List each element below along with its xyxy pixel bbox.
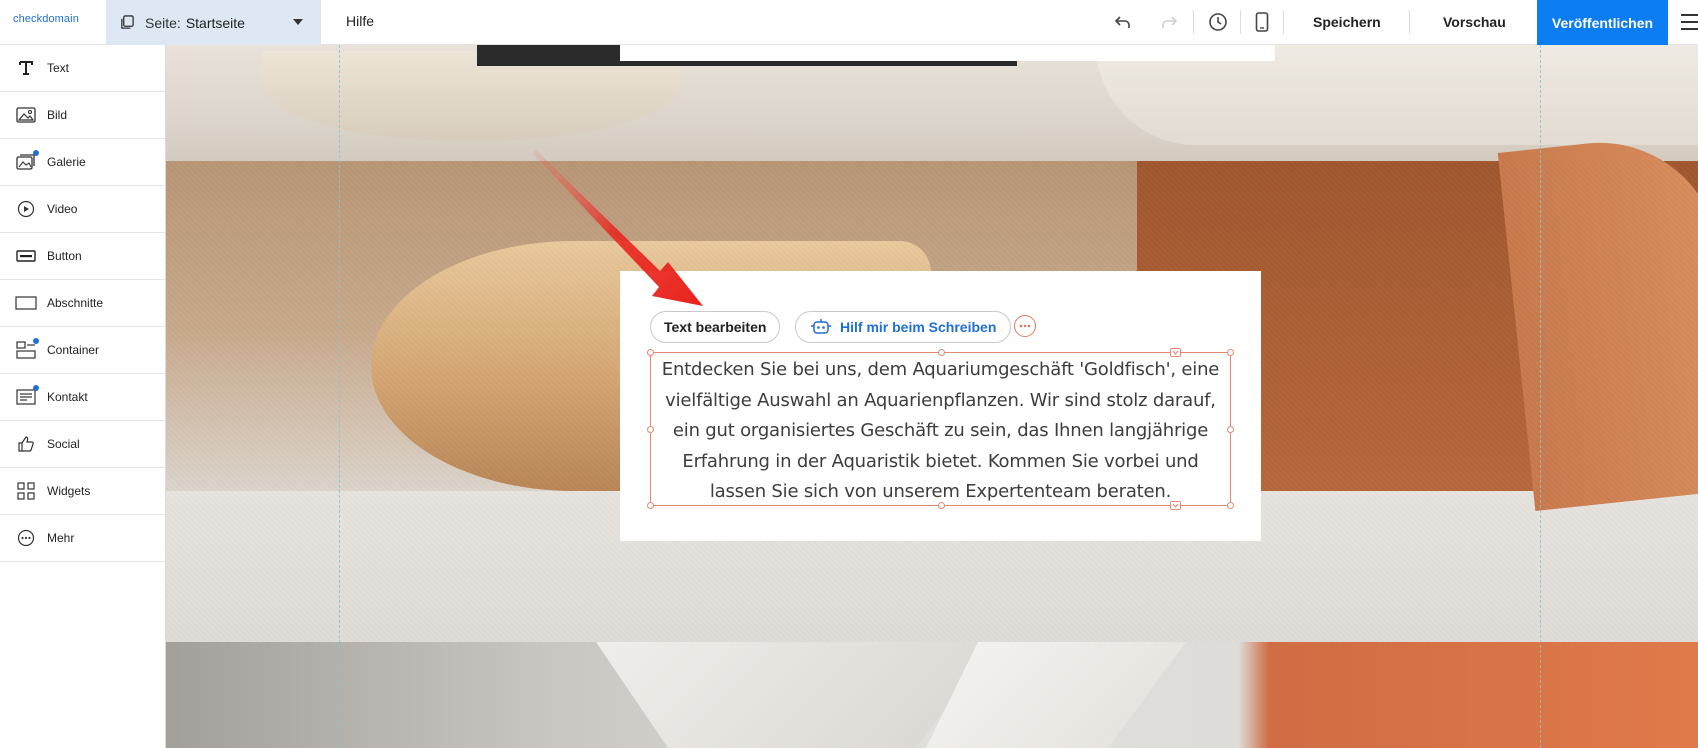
resize-handle-top-right[interactable]: [1227, 349, 1234, 356]
new-badge: [33, 385, 39, 391]
section-background-bottom: [166, 642, 1698, 748]
sidebar-item-image[interactable]: Bild: [0, 92, 165, 139]
sections-icon: [15, 293, 37, 313]
page-selector[interactable]: Seite: Startseite: [106, 0, 321, 45]
toolbar-divider: [1409, 10, 1410, 34]
sidebar-item-button[interactable]: Button: [0, 233, 165, 280]
resize-handle-right[interactable]: [1227, 426, 1234, 433]
app-logo[interactable]: checkdomain: [13, 13, 79, 25]
sidebar-item-label: Video: [47, 202, 78, 216]
sidebar-item-text[interactable]: Text: [0, 45, 165, 92]
help-link[interactable]: Hilfe: [346, 13, 374, 29]
sidebar-item-widgets[interactable]: Widgets: [0, 468, 165, 515]
sidebar-item-container[interactable]: Container: [0, 327, 165, 374]
toolbar-divider: [1283, 10, 1284, 34]
sidebar-item-label: Mehr: [47, 531, 75, 545]
sidebar-item-gallery[interactable]: Galerie: [0, 139, 165, 186]
resize-handle-bottom[interactable]: [938, 502, 945, 509]
redo-icon[interactable]: [1156, 9, 1182, 35]
resize-handle-top-left[interactable]: [647, 349, 654, 356]
robot-icon: [811, 319, 831, 334]
menu-icon[interactable]: [1681, 14, 1698, 30]
sidebar-item-label: Kontakt: [47, 390, 88, 404]
sidebar-item-social[interactable]: Social: [0, 421, 165, 468]
save-button[interactable]: Speichern: [1313, 14, 1381, 30]
edit-text-button[interactable]: Text bearbeiten: [650, 311, 781, 343]
resize-handle-bottom-right[interactable]: [1227, 502, 1234, 509]
resize-handle-bottom-left[interactable]: [647, 502, 654, 509]
spacing-handle-top-icon[interactable]: [1170, 348, 1181, 357]
ai-button-label: Hilf mir beim Schreiben: [840, 319, 997, 335]
sidebar-item-label: Abschnitte: [47, 296, 104, 310]
layout-guide-right: [1540, 45, 1541, 748]
sidebar-item-label: Text: [47, 61, 70, 75]
publish-button[interactable]: Veröffentlichen: [1537, 0, 1668, 45]
content-card[interactable]: nzen Text bearbeiten Hilf mir beim Schre…: [620, 271, 1261, 541]
new-badge: [33, 338, 39, 344]
resize-handle-top[interactable]: [938, 349, 945, 356]
more-options-icon[interactable]: [1014, 315, 1036, 337]
undo-icon[interactable]: [1110, 9, 1136, 35]
history-icon[interactable]: [1205, 9, 1231, 35]
sidebar-item-label: Galerie: [47, 155, 86, 169]
thumbs-up-icon: [15, 434, 37, 454]
widgets-icon: [15, 481, 37, 501]
sidebar-item-label: Social: [47, 437, 80, 451]
element-sidebar: Text Bild Galerie Video Button Abschnitt…: [0, 45, 166, 748]
ai-writing-assistant-button[interactable]: Hilf mir beim Schreiben: [795, 311, 1012, 343]
paragraph-text[interactable]: Entdecken Sie bei uns, dem Aquariumgesch…: [651, 353, 1230, 510]
resize-handle-left[interactable]: [647, 426, 654, 433]
sidebar-item-sections[interactable]: Abschnitte: [0, 280, 165, 327]
sidebar-item-label: Button: [47, 249, 82, 263]
sidebar-item-more[interactable]: Mehr: [0, 515, 165, 562]
preview-button[interactable]: Vorschau: [1443, 14, 1506, 30]
sidebar-item-video[interactable]: Video: [0, 186, 165, 233]
video-icon: [15, 199, 37, 219]
sidebar-item-contact[interactable]: Kontakt: [0, 374, 165, 421]
image-icon: [15, 105, 37, 125]
gallery-icon: [15, 150, 39, 172]
container-icon: [15, 338, 39, 360]
button-icon: [15, 246, 37, 266]
chevron-down-icon: [293, 19, 303, 25]
editor-canvas[interactable]: nzen Text bearbeiten Hilf mir beim Schre…: [166, 45, 1698, 748]
pages-icon: [121, 15, 134, 29]
layout-guide-left: [339, 45, 340, 748]
top-toolbar: checkdomain Seite: Startseite Hilfe Spei…: [0, 0, 1698, 45]
page-selector-prefix: Seite:: [145, 14, 181, 31]
page-selector-value: Startseite: [185, 14, 245, 31]
sidebar-item-label: Bild: [47, 108, 68, 122]
spacing-handle-bottom-icon[interactable]: [1170, 501, 1181, 510]
toolbar-divider: [1240, 10, 1241, 34]
section-background-top: [166, 45, 1698, 161]
sidebar-item-label: Container: [47, 343, 100, 357]
mobile-preview-icon[interactable]: [1249, 9, 1275, 35]
sidebar-item-label: Widgets: [47, 484, 91, 498]
contact-icon: [15, 385, 39, 407]
toolbar-divider: [1193, 10, 1194, 34]
selected-text-block[interactable]: Entdecken Sie bei uns, dem Aquariumgesch…: [647, 348, 1234, 510]
text-icon: [15, 58, 37, 78]
more-icon: [15, 528, 37, 548]
new-badge: [33, 150, 39, 156]
